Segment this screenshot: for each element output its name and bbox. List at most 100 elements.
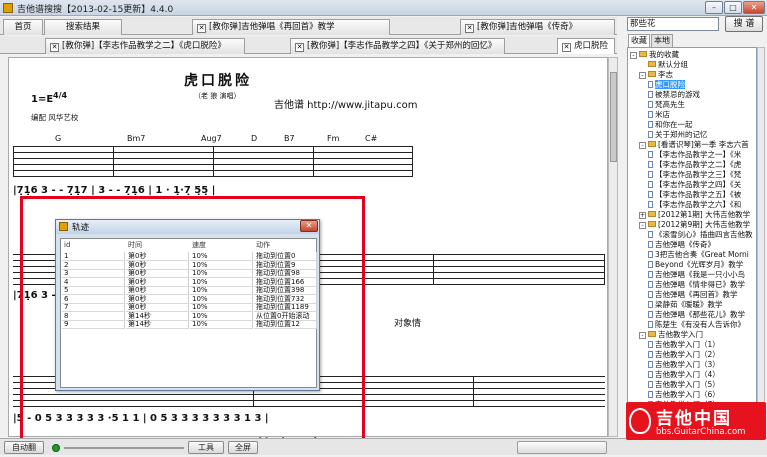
tab-search-results[interactable]: 搜索结果 [44,19,122,35]
tree-item[interactable]: 吉他弹唱《传奇》 [648,240,715,249]
search-button[interactable]: 搜 谱 [725,16,763,32]
tree-item[interactable]: 吉他教学入门（1） [648,340,720,349]
guitarchina-logo: 吉他中国 bbs.GuitarChina.com [626,402,766,440]
status-bar: 自动翻 工具 全屏 [0,438,767,455]
tree-folder[interactable]: - [2012第9期] 大伟吉他教学 [639,220,750,229]
document-icon [648,181,653,188]
tree-item[interactable]: 吉他弹唱《那些花儿》教学 [648,310,745,319]
tree-item[interactable]: 和你在一起 [648,120,693,129]
tab-chuanqi[interactable]: ✕ [教你弹]吉他弹唱《传奇》 [460,19,615,35]
score-scrollbar[interactable] [608,57,618,437]
maximize-button[interactable]: □ [724,1,742,14]
tree-item[interactable]: 梁静茹《暖暖》教学 [648,300,723,309]
tree-folder[interactable]: - 吉他教学入门 [639,330,703,339]
tree-label: 吉他教学入门（1） [655,340,720,349]
collapse-icon[interactable]: - [639,332,646,339]
tree-item[interactable]: Beyond《光辉岁月》教学 [648,260,743,269]
tree-item[interactable]: 《滚雪剑心》插曲四言吉他教 [648,230,753,239]
collapse-icon[interactable]: - [639,142,646,149]
tree-item[interactable]: 吉他教学入门（3） [648,360,720,369]
collapse-icon[interactable]: - [639,72,646,79]
tree-label: 关于郑州的记忆 [655,130,708,139]
search-input[interactable]: 那些花 [627,17,719,31]
tree-item[interactable]: 米店 [648,110,670,119]
tree-label: 吉他教学入门（4） [655,370,720,379]
tree-label: 吉他教学入门（3） [655,360,720,369]
tab-row-primary: 首页 搜索结果 ✕ [教你弹]吉他弹唱《再回首》教学 ✕ [教你弹]吉他弹唱《传奇》 [0,17,617,35]
tab-close-icon[interactable]: ✕ [465,24,474,33]
chord-label: Aug7 [201,134,222,143]
expand-icon[interactable]: + [639,212,646,219]
tree-item[interactable]: 陈楚生《有没有人告诉你》 [648,320,745,329]
tree-item[interactable]: 吉他弹唱《我是一只小小鸟 [648,270,745,279]
close-window-button[interactable]: ✕ [743,1,765,14]
tree-label: 米店 [655,110,670,119]
tab-zaihuishou[interactable]: ✕ [教你弹]吉他弹唱《再回首》教学 [192,19,390,35]
ime-toolbar-icon[interactable] [517,441,607,454]
fullscreen-button[interactable]: 全屏 [228,441,258,454]
tree-item[interactable]: 【李志作品教学之四】《关 [648,180,741,189]
tree-folder[interactable]: - [看谱识琴]第一季 李志六首 [639,140,749,149]
tab-zhengzhou-lesson[interactable]: ✕ [教你弹]【李志作品教学之四】《关于郑州的回忆》 [290,38,505,54]
speed-slider[interactable] [64,447,184,449]
tree-item[interactable]: 吉他教学入门（2） [648,350,720,359]
logo-title: 吉他中国 [656,409,732,429]
favorites-tree[interactable]: - 我的收藏 默认分组 - 李志 虎口脱险 被禁忌的游戏 梵高先生 米店 和你在一起 关于郑州的记忆… [627,47,757,425]
chord-label: G [55,134,62,143]
tree-item[interactable]: 【李志作品教学之六】《和 [648,200,741,209]
tree-item[interactable]: 梵高先生 [648,100,685,109]
document-icon [648,151,653,158]
tab-close-icon[interactable]: ✕ [295,43,304,52]
folder-icon [648,331,656,337]
autoscroll-button[interactable]: 自动翻 [4,441,44,454]
chord-label: B7 [284,134,295,143]
tree-item[interactable]: 吉他教学入门（4） [648,370,720,379]
collapse-icon[interactable]: - [630,52,637,59]
tree-item[interactable]: 关于郑州的记忆 [648,130,708,139]
tree-item[interactable]: 【李志作品教学之三】《梵 [648,170,741,179]
tab-label: [教你弹]【李志作品教学之二】《虎口脱险》 [62,41,226,51]
tree-folder[interactable]: + [2012第1期] 大伟吉他教学 [639,210,750,219]
tree-item[interactable]: 【李志作品教学之一】《米 [648,150,741,159]
tree-item[interactable]: 吉他弹唱《情非得已》教学 [648,280,745,289]
tree-folder[interactable]: - 李志 [639,70,673,79]
minimize-button[interactable]: – [705,1,723,14]
chord-label: C# [365,134,378,143]
tools-button[interactable]: 工具 [188,441,224,454]
document-icon [648,311,653,318]
tree-label: 梁静茹《暖暖》教学 [655,300,723,309]
score-time-signature: 4/4 [53,91,68,100]
tree-folder[interactable]: - 我的收藏 [630,50,679,59]
tab-close-icon[interactable]: ✕ [562,43,571,52]
tab-close-icon[interactable]: ✕ [197,24,206,33]
tree-item[interactable]: 3把吉他合奏《Great Morni [648,250,749,259]
document-icon [648,131,653,138]
tree-scrollbar[interactable] [757,47,765,425]
tree-item[interactable]: 被禁忌的游戏 [648,90,700,99]
tree-label: 【李志作品教学之一】《米 [655,150,742,159]
tree-item[interactable]: 吉他弹唱《再回首》教学 [648,290,738,299]
tree-label: 吉他教学入门（5） [655,380,720,389]
tab-close-icon[interactable]: ✕ [50,43,59,52]
tab-home[interactable]: 首页 [3,19,43,35]
tab-favorites[interactable]: 收藏 [628,34,650,47]
tree-label: 李志 [658,70,673,79]
tree-item[interactable]: 虎口脱险 [648,80,685,89]
scrollbar-thumb[interactable] [610,72,617,162]
tree-item[interactable]: 吉他教学入门（6） [648,390,720,399]
tree-item[interactable]: 【李志作品教学之二】《虎 [648,160,741,169]
tab-local[interactable]: 本地 [651,34,673,47]
tab-hukoutuoxian[interactable]: ✕ 虎口脱险 [557,38,615,54]
document-icon [648,241,653,248]
record-indicator-icon[interactable] [52,444,60,452]
tree-item[interactable]: 吉他教学入门（5） [648,380,720,389]
tree-folder[interactable]: 默认分组 [639,60,688,69]
document-icon [648,171,653,178]
tab-hukoutuoxian-lesson[interactable]: ✕ [教你弹]【李志作品教学之二】《虎口脱险》 [45,38,245,54]
folder-icon [648,71,656,77]
tab-label: 虎口脱险 [574,41,609,51]
collapse-icon[interactable]: - [639,222,646,229]
folder-icon [648,211,656,217]
document-icon [648,161,653,168]
tree-item[interactable]: 【李志作品教学之五】《被 [648,190,741,199]
